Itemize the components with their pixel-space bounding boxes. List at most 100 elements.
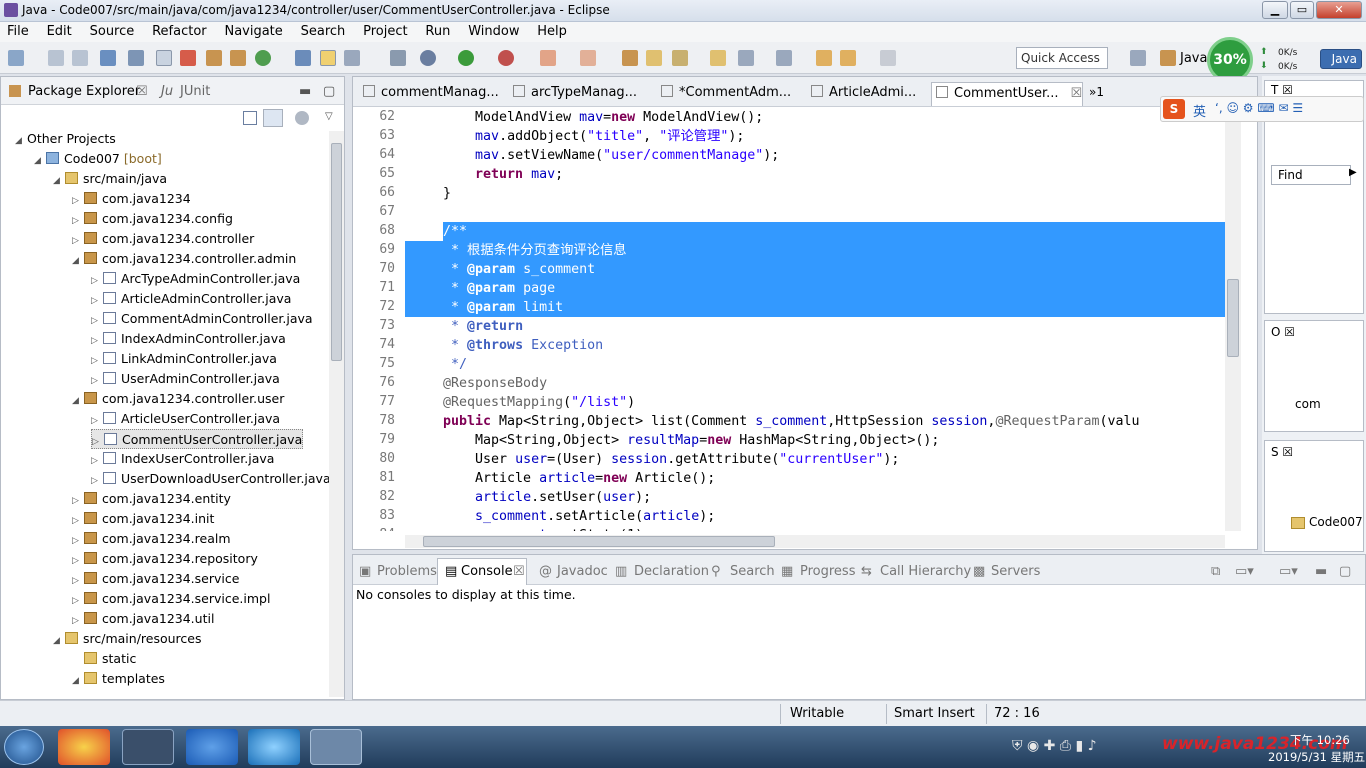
code-line[interactable]: @ResponseBody <box>443 374 547 393</box>
start-button[interactable] <box>4 729 44 765</box>
code-line[interactable]: mav.setViewName("user/commentManage"); <box>443 146 779 165</box>
ime-language[interactable]: 英 <box>1193 101 1206 120</box>
tree-item[interactable]: ▷ com.java1234.realm <box>72 529 231 549</box>
close-icon[interactable]: ☒ <box>513 564 525 579</box>
tree-item[interactable]: ▷ com.java1234.config <box>72 209 233 229</box>
edit-icon[interactable] <box>672 50 688 66</box>
expand-arrow-icon[interactable]: ▷ <box>72 571 84 591</box>
tree-scroll-thumb[interactable] <box>331 143 342 361</box>
tree-item[interactable]: ◢ Other Projects <box>15 129 116 149</box>
file-explorer-icon[interactable] <box>310 729 362 765</box>
new-console-icon[interactable]: ▭▾ <box>1279 564 1298 579</box>
java-perspective-label[interactable]: Java <box>1180 51 1207 66</box>
forward-icon[interactable] <box>880 50 896 66</box>
quick-access-input[interactable]: Quick Access <box>1016 47 1108 69</box>
code-line[interactable]: } <box>443 184 451 203</box>
tree-item[interactable]: ▷ IndexUserController.java <box>91 449 274 469</box>
ime-tools-icon[interactable]: ‘, ☺ ⚙ ⌨ ✉ ☰ <box>1215 101 1303 115</box>
expand-arrow-icon[interactable]: ◢ <box>53 171 65 191</box>
tree-item[interactable]: ▷ LinkAdminController.java <box>91 349 277 369</box>
expand-arrow-icon[interactable]: ◢ <box>15 131 27 151</box>
editor-horizontal-scrollbar[interactable] <box>405 535 1225 548</box>
play-icon[interactable]: ▶ <box>1349 167 1357 178</box>
refresh-icon[interactable] <box>255 50 271 66</box>
task-list-tab[interactable]: T ☒ <box>1271 83 1293 97</box>
tab-search[interactable]: Search <box>730 564 775 579</box>
search-icon[interactable] <box>295 50 311 66</box>
expand-arrow-icon[interactable]: ▷ <box>91 471 103 491</box>
link-with-editor-icon[interactable] <box>263 109 283 127</box>
eclipse-taskbar-icon[interactable] <box>122 729 174 765</box>
expand-arrow-icon[interactable]: ▷ <box>91 371 103 391</box>
expand-arrow-icon[interactable]: ◢ <box>72 671 84 691</box>
more-tabs-indicator[interactable]: »1 <box>1089 85 1104 99</box>
editor-tab-active[interactable]: CommentUser... ☒ <box>931 82 1083 106</box>
editor-tab[interactable]: arcTypeManag... <box>509 82 653 106</box>
code-line[interactable]: * 根据条件分页查询评论信息 <box>443 241 627 260</box>
tab-console[interactable]: Console <box>461 564 513 579</box>
tab-declaration[interactable]: Declaration <box>634 564 709 579</box>
editor-scroll-thumb[interactable] <box>1227 279 1239 357</box>
close-icon[interactable]: ☒ <box>136 84 148 99</box>
code-line[interactable]: return mav; <box>443 165 563 184</box>
show-whitespace-icon[interactable] <box>344 50 360 66</box>
outline-item[interactable]: com <box>1295 397 1321 411</box>
open-folder-icon[interactable] <box>646 50 662 66</box>
open-perspective-icon[interactable] <box>1130 50 1146 66</box>
clock-time[interactable]: 下午 10:26 <box>1290 732 1350 748</box>
outline-tab[interactable]: O ☒ <box>1271 325 1295 339</box>
java-ee-perspective-button[interactable]: Java <box>1320 49 1362 69</box>
tree-item[interactable]: ▷ UserDownloadUserController.java <box>91 469 331 489</box>
tree-item[interactable]: ▷ com.java1234.controller <box>72 229 254 249</box>
tree-item[interactable]: ◢ com.java1234.controller.user <box>72 389 284 409</box>
wps-icon[interactable] <box>186 729 238 765</box>
expand-arrow-icon[interactable]: ▷ <box>91 331 103 351</box>
external-tools-icon[interactable] <box>498 50 514 66</box>
tree-item[interactable]: static <box>72 649 136 669</box>
view-menu-icon[interactable] <box>295 111 309 125</box>
editor-tab[interactable]: *CommentAdm... <box>657 82 807 106</box>
menu-project[interactable]: Project <box>356 22 414 41</box>
code-line[interactable]: s_comment.setArticle(article); <box>443 507 715 526</box>
tree-item[interactable]: ▷ ArcTypeAdminController.java <box>91 269 300 289</box>
collapse-all-icon[interactable] <box>243 111 257 125</box>
expand-arrow-icon[interactable]: ▷ <box>91 411 103 431</box>
editor-tab[interactable]: commentManag... <box>359 82 503 106</box>
tree-item[interactable]: ▷ com.java1234.entity <box>72 489 231 509</box>
clock-date[interactable]: 2019/5/31 星期五 <box>1268 749 1365 765</box>
editor-tab[interactable]: ArticleAdmi... <box>807 82 931 106</box>
tree-item[interactable]: ◢ templates <box>72 669 165 689</box>
save-icon[interactable] <box>48 50 64 66</box>
tab-javadoc[interactable]: Javadoc <box>557 564 608 579</box>
expand-arrow-icon[interactable]: ◢ <box>72 251 84 271</box>
package-icon[interactable] <box>206 50 222 66</box>
code-line[interactable]: /** <box>443 222 467 241</box>
tool-icon[interactable] <box>128 50 144 66</box>
expand-arrow-icon[interactable]: ▷ <box>72 491 84 511</box>
tree-item[interactable]: ▷ com.java1234 <box>72 189 191 209</box>
close-icon[interactable]: ☒ <box>1071 86 1083 101</box>
browser-icon[interactable] <box>248 729 300 765</box>
minimize-button[interactable]: ▁ <box>1262 1 1288 19</box>
code-line[interactable]: public Map<String,Object> list(Comment s… <box>443 412 1140 431</box>
menu-navigate[interactable]: Navigate <box>217 22 289 41</box>
tab-package-explorer[interactable]: Package Explorer <box>28 84 140 99</box>
tree-item[interactable]: ▷ CommentAdminController.java <box>91 309 313 329</box>
menu-edit[interactable]: Edit <box>40 22 79 41</box>
tray-icons[interactable]: ⛨ ◉ ✚ ⎙ ▮ ♪ <box>1012 738 1097 754</box>
expand-arrow-icon[interactable]: ▷ <box>91 351 103 371</box>
expand-arrow-icon[interactable]: ◢ <box>72 391 84 411</box>
coverage-icon[interactable] <box>580 50 596 66</box>
tree-item[interactable]: ▷ CommentUserController.java <box>91 429 304 449</box>
tree-item[interactable]: ▷ com.java1234.init <box>72 509 214 529</box>
tab-progress[interactable]: Progress <box>800 564 855 579</box>
open-task-icon[interactable] <box>710 50 726 66</box>
expand-arrow-icon[interactable]: ▷ <box>72 231 84 251</box>
code-line[interactable]: ModelAndView mav=new ModelAndView(); <box>443 108 763 127</box>
expand-arrow-icon[interactable]: ▷ <box>72 551 84 571</box>
expand-arrow-icon[interactable]: ◢ <box>53 631 65 651</box>
tab-problems[interactable]: Problems <box>377 564 437 579</box>
close-button[interactable]: ✕ <box>1316 1 1362 19</box>
expand-arrow-icon[interactable]: ▷ <box>72 191 84 211</box>
expand-arrow-icon[interactable]: ▷ <box>72 211 84 231</box>
